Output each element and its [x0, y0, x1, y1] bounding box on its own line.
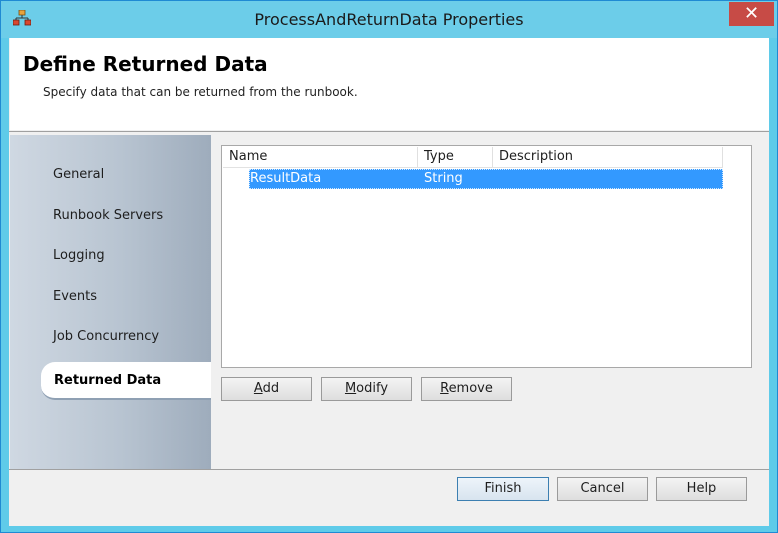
remove-label-key: R — [440, 381, 449, 396]
nav-item-returned-data[interactable]: Returned Data — [41, 362, 211, 400]
nav-item-general[interactable]: General — [53, 167, 104, 182]
nav-item-label: Returned Data — [54, 373, 162, 388]
add-label-post: dd — [262, 381, 280, 396]
help-button[interactable]: Help — [656, 477, 747, 501]
table-row[interactable]: ResultData String — [249, 169, 723, 189]
modify-label-post: odify — [356, 381, 389, 396]
modify-label-key: M — [344, 381, 357, 396]
modify-button[interactable]: Modify — [321, 377, 412, 401]
navigation-pane: General Runbook Servers Logging Events J… — [10, 135, 211, 469]
column-header-description[interactable]: Description — [493, 147, 723, 167]
header-separator — [223, 167, 723, 168]
finish-button[interactable]: Finish — [457, 477, 549, 501]
column-header-name[interactable]: Name — [223, 147, 418, 167]
remove-button[interactable]: Remove — [421, 377, 512, 401]
cell-name: ResultData — [250, 171, 322, 186]
page-title: Define Returned Data — [23, 52, 268, 76]
close-button[interactable]: ✕ — [729, 2, 774, 26]
nav-item-logging[interactable]: Logging — [53, 248, 105, 263]
footer-divider — [9, 469, 769, 470]
properties-window: ProcessAndReturnData Properties ✕ Define… — [0, 0, 778, 533]
cell-type: String — [424, 171, 463, 186]
nav-item-events[interactable]: Events — [53, 289, 97, 304]
add-button[interactable]: Add — [221, 377, 312, 401]
page-subtitle: Specify data that can be returned from t… — [43, 85, 358, 99]
nav-item-runbook-servers[interactable]: Runbook Servers — [53, 208, 163, 223]
window-title: ProcessAndReturnData Properties — [254, 10, 524, 29]
header-divider — [9, 131, 769, 132]
remove-label-post: emove — [448, 381, 493, 396]
dialog-body: Define Returned Data Specify data that c… — [9, 38, 769, 526]
nav-item-job-concurrency[interactable]: Job Concurrency — [53, 329, 159, 344]
column-header-type[interactable]: Type — [418, 147, 493, 167]
close-icon: ✕ — [743, 3, 760, 24]
add-label-key: A — [253, 381, 263, 396]
cancel-button[interactable]: Cancel — [557, 477, 648, 501]
title-bar[interactable]: ProcessAndReturnData Properties ✕ — [1, 1, 777, 38]
returned-data-list[interactable]: Name Type Description ResultData String — [221, 145, 752, 368]
wizard-header: Define Returned Data Specify data that c… — [10, 38, 769, 130]
